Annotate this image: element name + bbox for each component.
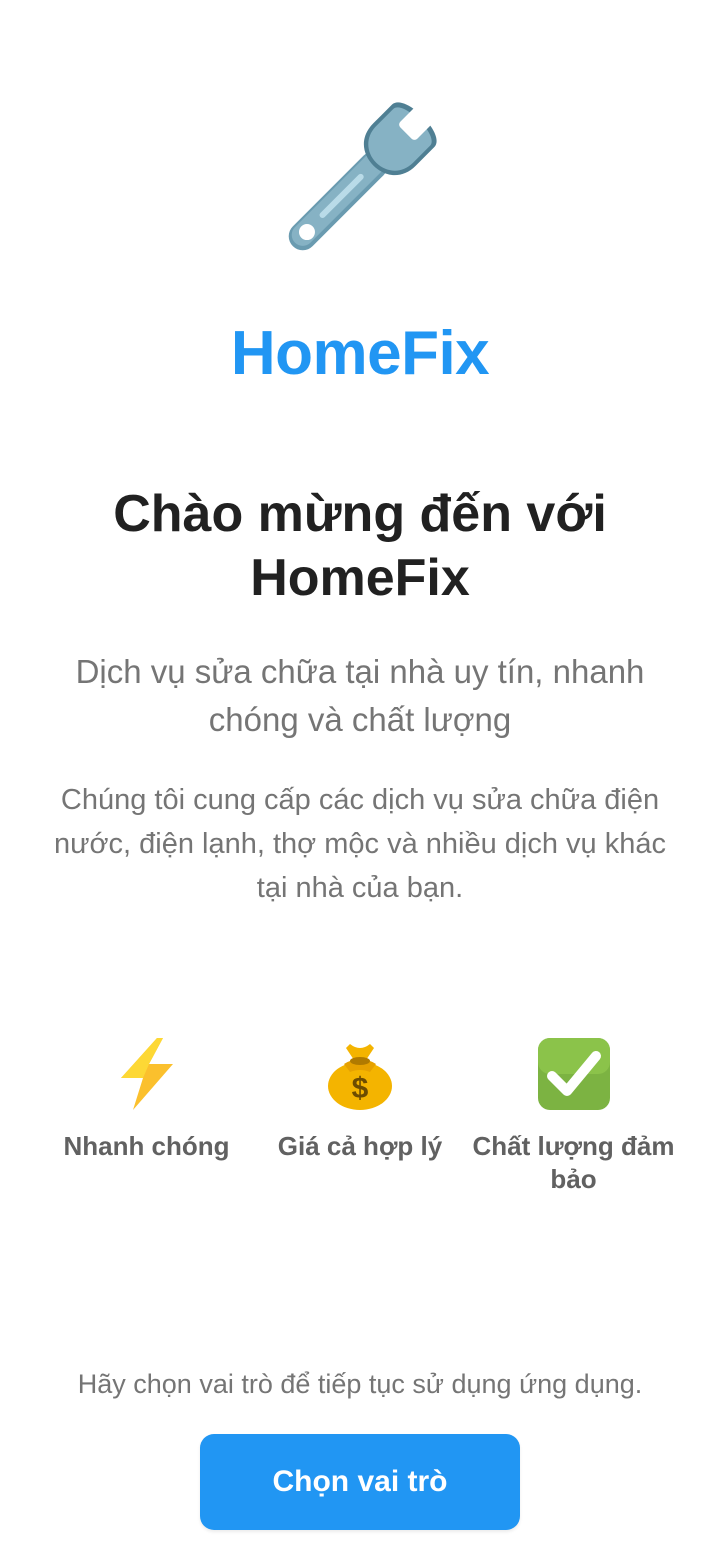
app-name: HomeFix <box>230 319 490 388</box>
choose-role-button[interactable]: Chọn vai trò <box>200 1434 520 1530</box>
feature-price: $ Giá cả hợp lý <box>254 1036 467 1196</box>
tagline: Dịch vụ sửa chữa tại nhà uy tín, nhanh c… <box>75 653 645 738</box>
wrench-icon <box>288 100 439 251</box>
role-prompt: Hãy chọn vai trò để tiếp tục sử dụng ứng… <box>77 1369 643 1399</box>
money-bag-icon: $ <box>328 1044 392 1110</box>
feature-fast: Nhanh chóng <box>40 1036 253 1196</box>
feature-label: Chất lượng đảm bảo <box>472 1131 675 1194</box>
feature-label: Giá cả hợp lý <box>277 1131 443 1161</box>
check-mark-icon <box>537 1038 610 1110</box>
features-row: Nhanh chóng $ Giá cả hợp lý Chất lượng đ… <box>40 1036 680 1196</box>
svg-text:$: $ <box>352 1072 369 1105</box>
feature-label: Nhanh chóng <box>63 1131 230 1161</box>
lightning-icon <box>120 1038 173 1110</box>
description: Chúng tôi cung cấp các dịch vụ sửa chữa … <box>53 784 666 904</box>
welcome-title: Chào mừng đến với HomeFix <box>113 485 607 607</box>
feature-quality: Chất lượng đảm bảo <box>467 1036 680 1196</box>
